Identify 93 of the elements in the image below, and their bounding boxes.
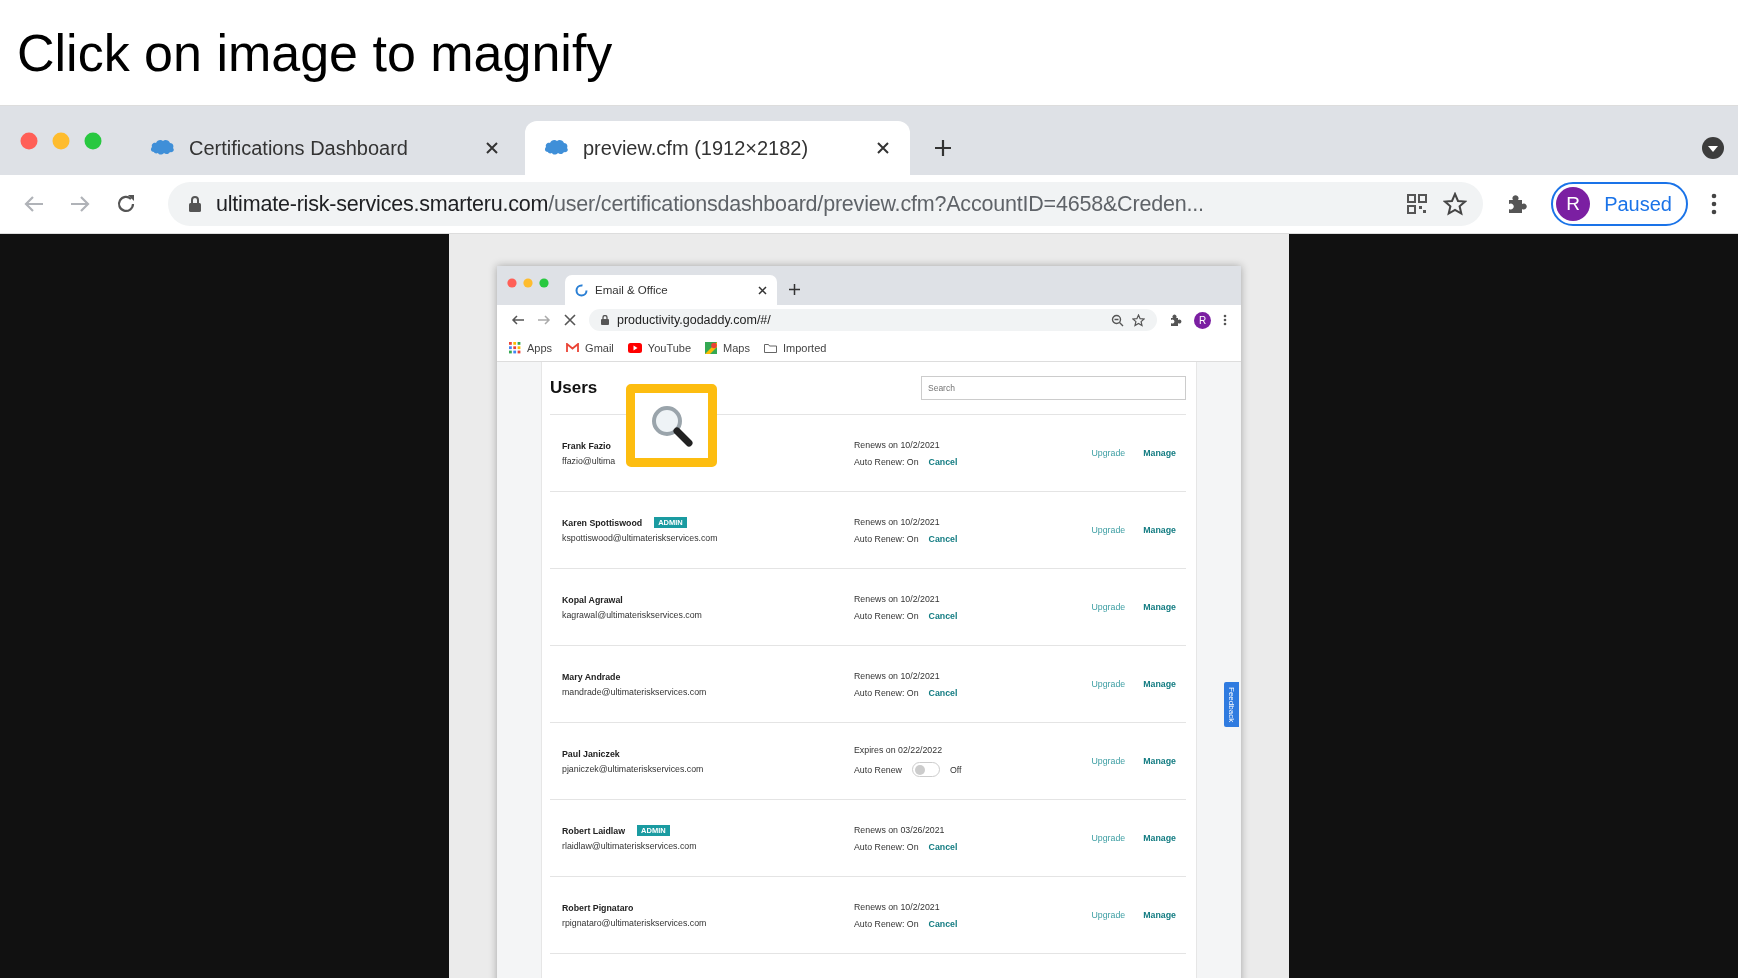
upgrade-link[interactable]: Upgrade bbox=[1091, 756, 1126, 766]
manage-link[interactable]: Manage bbox=[1143, 602, 1176, 612]
cancel-link[interactable]: Cancel bbox=[928, 687, 958, 698]
auto-renew-status: Auto Renew: On bbox=[854, 456, 919, 467]
puzzle-icon[interactable] bbox=[1169, 313, 1182, 327]
browser-tab[interactable]: Email & Office bbox=[565, 275, 777, 305]
back-icon[interactable] bbox=[511, 313, 525, 327]
renewal-date: Renews on 10/2/2021 bbox=[854, 593, 941, 604]
user-name: Karen Spottiswood bbox=[562, 517, 643, 528]
user-name: Mary Andrade bbox=[562, 671, 621, 682]
loading-icon bbox=[575, 283, 588, 297]
manage-link[interactable]: Manage bbox=[1143, 833, 1176, 843]
user-name: Robert Laidlaw bbox=[562, 825, 626, 836]
map-icon bbox=[705, 342, 718, 354]
search-field[interactable]: Search bbox=[921, 376, 1186, 400]
auto-renew-status: Auto Renew: On bbox=[854, 687, 919, 698]
user-email: rpignataro@ultimateriskservices.com bbox=[562, 917, 708, 928]
magnifier-icon bbox=[649, 403, 694, 448]
zoom-icon[interactable] bbox=[1111, 313, 1124, 327]
manage-link[interactable]: Manage bbox=[1143, 525, 1176, 535]
new-tab-icon[interactable] bbox=[789, 284, 800, 295]
qr-code-icon[interactable] bbox=[1405, 192, 1430, 216]
folder-icon bbox=[763, 343, 777, 353]
upgrade-link[interactable]: Upgrade bbox=[1091, 602, 1126, 612]
bookmark-item[interactable]: Imported bbox=[763, 342, 827, 354]
mail-icon bbox=[566, 343, 580, 353]
stop-icon[interactable] bbox=[563, 313, 577, 327]
close-icon[interactable] bbox=[876, 141, 890, 155]
upgrade-link[interactable]: Upgrade bbox=[1091, 910, 1126, 920]
renewal-date: Renews on 10/2/2021 bbox=[854, 439, 941, 450]
grid-icon bbox=[509, 342, 521, 354]
upgrade-link[interactable]: Upgrade bbox=[1091, 525, 1126, 535]
lock-icon bbox=[188, 195, 202, 213]
bookmark-item[interactable]: Apps bbox=[509, 342, 553, 354]
close-icon[interactable] bbox=[485, 141, 499, 155]
new-tab-icon[interactable] bbox=[934, 139, 952, 157]
user-email: rlaidlaw@ultimateriskservices.com bbox=[562, 841, 698, 851]
star-icon[interactable] bbox=[1443, 192, 1468, 216]
slide-title: Click on image to magnify bbox=[17, 22, 613, 83]
user-email: kspottiswood@ultimateriskservices.com bbox=[562, 533, 719, 543]
user-email: pjaniczek@ultimateriskservices.com bbox=[562, 763, 705, 774]
auto-renew-status: Auto Renew: On bbox=[854, 610, 919, 621]
manage-link[interactable]: Manage bbox=[1143, 448, 1176, 458]
profile-button[interactable]: R Paused bbox=[1551, 182, 1688, 226]
close-icon[interactable] bbox=[758, 285, 767, 295]
user-email: ffazio@ultima bbox=[562, 455, 617, 466]
manage-link[interactable]: Manage bbox=[1143, 679, 1176, 689]
user-name: Paul Janiczek bbox=[562, 748, 620, 759]
manage-link[interactable]: Manage bbox=[1143, 756, 1176, 766]
renewal-date: Renews on 10/2/2021 bbox=[854, 516, 941, 527]
upgrade-link[interactable]: Upgrade bbox=[1091, 448, 1126, 458]
auto-renew-status: Auto Renew: On bbox=[854, 841, 919, 852]
auto-renew-status: Auto Renew: On bbox=[854, 918, 919, 929]
menu-icon[interactable] bbox=[1223, 314, 1227, 326]
bookmark-item[interactable]: YouTube bbox=[627, 342, 692, 354]
star-icon[interactable] bbox=[1132, 313, 1145, 327]
profile-status: Paused bbox=[1604, 192, 1672, 216]
menu-icon[interactable] bbox=[1710, 192, 1718, 216]
user-name: Kopal Agrawal bbox=[562, 594, 623, 605]
tab-search-icon[interactable] bbox=[1702, 137, 1724, 159]
avatar-icon[interactable]: R bbox=[1194, 311, 1211, 329]
cancel-link[interactable]: Cancel bbox=[928, 610, 958, 621]
cancel-link[interactable]: Cancel bbox=[928, 841, 958, 852]
address-bar[interactable]: productivity.godaddy.com/#/ bbox=[589, 309, 1157, 331]
lock-icon bbox=[601, 315, 609, 325]
play-icon bbox=[627, 343, 642, 353]
user-name: Frank Fazio bbox=[562, 440, 611, 451]
page-heading: Users bbox=[550, 378, 598, 398]
auto-renew-status: Auto Renew: On bbox=[854, 533, 919, 544]
manage-link[interactable]: Manage bbox=[1143, 910, 1176, 920]
cancel-link[interactable]: Cancel bbox=[928, 533, 958, 544]
address-bar[interactable]: ultimate-risk-services.smarteru.com/user/certificationsdashboard/preview.cfm?AccountID=4658&Creden... bbox=[168, 182, 1484, 226]
browser-tab[interactable]: preview.cfm (1912×2182) bbox=[525, 121, 910, 175]
browser-tab[interactable]: Certifications Dashboard bbox=[149, 121, 519, 175]
auto-renew-label: Auto Renew bbox=[854, 764, 902, 775]
cancel-link[interactable]: Cancel bbox=[928, 918, 958, 929]
upgrade-link[interactable]: Upgrade bbox=[1091, 833, 1126, 843]
toggle-state: Off bbox=[949, 764, 962, 775]
user-email: mandrade@ultimateriskservices.com bbox=[562, 686, 708, 697]
cancel-link[interactable]: Cancel bbox=[928, 456, 958, 467]
magnify-button[interactable] bbox=[626, 384, 717, 467]
bookmark-item[interactable]: Maps bbox=[705, 342, 750, 354]
bookmark-item[interactable]: Gmail bbox=[566, 342, 614, 354]
url-text: ultimate-risk-services.smarteru.com/user/certificationsdashboard/preview.cfm?AccountID=4658&Creden... bbox=[216, 191, 1205, 217]
renewal-date: Renews on 10/2/2021 bbox=[854, 901, 941, 912]
renewal-date: Renews on 10/2/2021 bbox=[854, 670, 941, 681]
user-name: Robert Pignataro bbox=[562, 902, 634, 913]
avatar-icon: R bbox=[1556, 187, 1591, 221]
renewal-date: Expires on 02/22/2022 bbox=[854, 745, 944, 755]
renewal-date: Renews on 03/26/2021 bbox=[854, 824, 946, 835]
feedback-tab[interactable]: Feedback bbox=[1224, 682, 1239, 728]
user-email: kagrawal@ultimateriskservices.com bbox=[562, 609, 703, 620]
upgrade-link[interactable]: Upgrade bbox=[1091, 679, 1126, 689]
